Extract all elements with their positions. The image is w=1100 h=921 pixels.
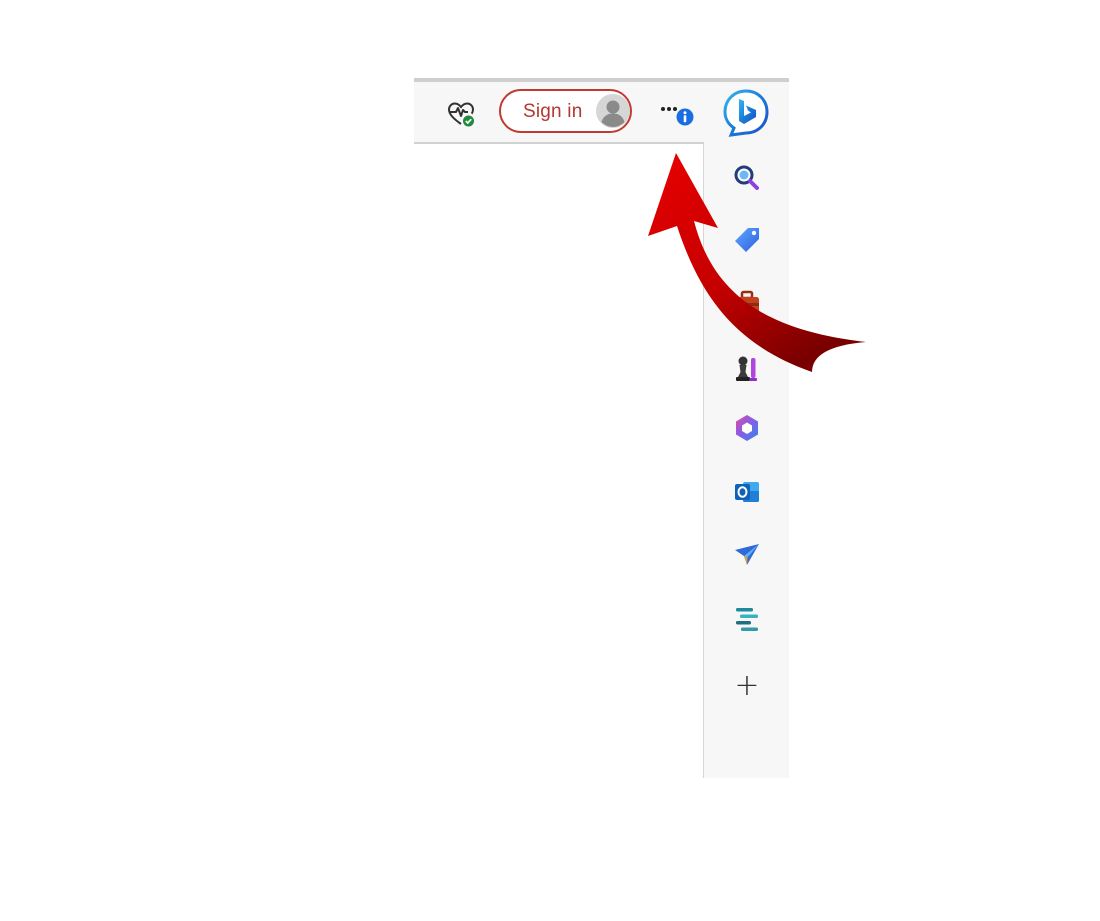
sign-in-label: Sign in	[523, 101, 583, 122]
search-icon[interactable]	[731, 162, 763, 194]
heart-pulse-check-icon[interactable]	[446, 99, 476, 129]
sign-in-button[interactable]: Sign in	[499, 89, 632, 133]
info-badge-icon	[676, 108, 694, 126]
user-avatar-icon	[596, 94, 630, 128]
add-sidebar-app-button[interactable]: +	[731, 670, 763, 702]
bing-copilot-icon[interactable]	[721, 88, 771, 138]
browser-toolbar: Sign in	[414, 82, 704, 144]
tools-briefcase-icon[interactable]	[731, 288, 763, 320]
games-chess-icon[interactable]	[731, 352, 763, 384]
outlook-icon[interactable]	[731, 476, 763, 508]
drop-send-icon[interactable]	[731, 538, 763, 570]
microsoft-365-icon[interactable]	[731, 412, 763, 444]
more-options-icon	[661, 107, 694, 126]
collections-icon[interactable]	[731, 602, 763, 634]
screenshot-stage: Sign in +	[0, 0, 1100, 921]
shopping-tag-icon[interactable]	[731, 224, 763, 256]
browser-window-fragment: Sign in +	[414, 78, 789, 778]
page-content-area	[414, 144, 705, 778]
more-options-button[interactable]	[654, 96, 696, 132]
plus-icon: +	[734, 668, 760, 703]
